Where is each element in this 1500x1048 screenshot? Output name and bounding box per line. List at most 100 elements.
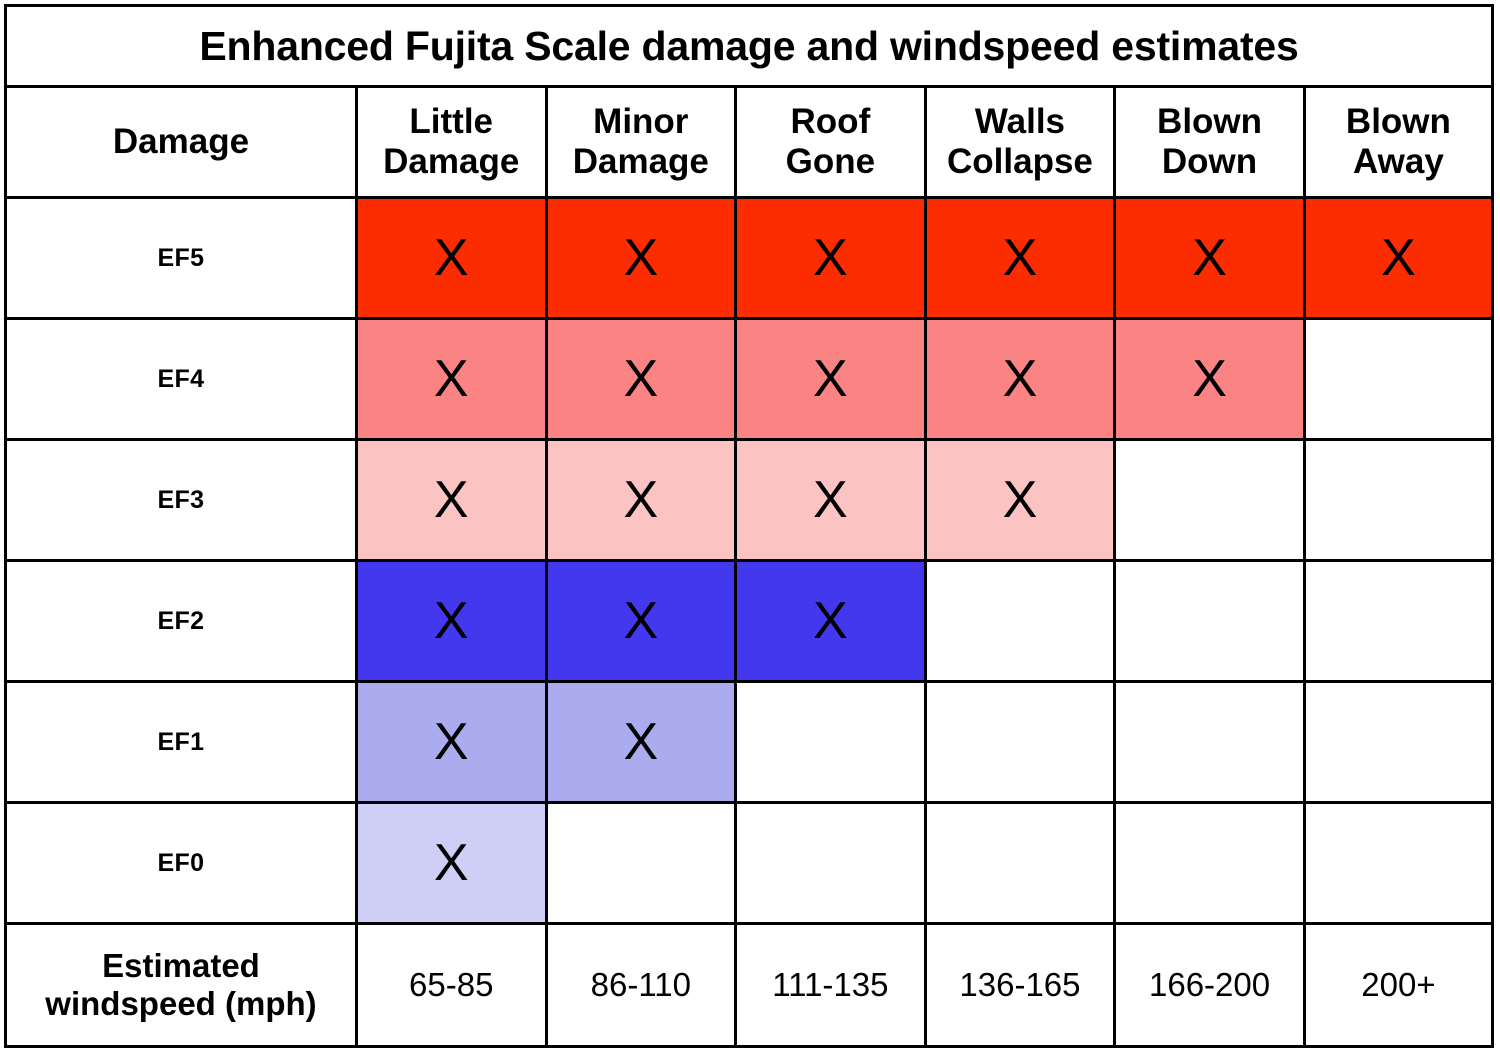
cell-ef3-little-damage: X xyxy=(354,438,548,562)
header-col-blown-away: Blown Away xyxy=(1302,85,1495,199)
cell-ef1-blown-away xyxy=(1302,680,1495,804)
damage-mark-icon: X xyxy=(813,350,848,408)
page-title: Enhanced Fujita Scale damage and windspe… xyxy=(4,4,1494,88)
cell-ef4-walls-collapse: X xyxy=(923,317,1117,441)
cell-ef5-walls-collapse: X xyxy=(923,196,1117,320)
row-label-ef0: EF0 xyxy=(4,801,358,925)
table-header-row: Damage Little Damage Minor Damage Roof G… xyxy=(4,85,1495,199)
row-label-ef5: EF5 xyxy=(4,196,358,320)
windspeed-row-label: Estimated windspeed (mph) xyxy=(4,922,358,1048)
cell-ef0-little-damage: X xyxy=(354,801,548,925)
cell-ef1-roof-gone xyxy=(734,680,927,804)
damage-mark-icon: X xyxy=(433,471,469,529)
header-col-minor-damage-line2: Damage xyxy=(572,142,709,181)
cell-ef4-little-damage: X xyxy=(354,317,548,441)
header-col-blown-away-line1: Blown xyxy=(1345,102,1451,142)
table-row: EF5 X X X X X X xyxy=(4,196,1495,320)
table-row: EF1 X X xyxy=(4,680,1495,804)
cell-ef2-little-damage: X xyxy=(354,559,548,683)
cell-ef1-minor-damage: X xyxy=(544,680,738,804)
windspeed-row-label-line2: windspeed (mph) xyxy=(45,985,317,1022)
damage-mark-icon: X xyxy=(813,592,848,650)
windspeed-row: Estimated windspeed (mph) 65-85 86-110 1… xyxy=(4,922,1495,1048)
cell-ef0-walls-collapse xyxy=(923,801,1117,925)
header-damage-label: Damage xyxy=(4,85,358,199)
header-col-little-damage-line1: Little xyxy=(409,102,494,142)
damage-mark-icon: X xyxy=(623,713,659,771)
damage-mark-icon: X xyxy=(1192,229,1227,287)
cell-ef1-walls-collapse xyxy=(923,680,1117,804)
damage-mark-icon: X xyxy=(433,229,469,287)
cell-ef1-blown-down xyxy=(1113,680,1306,804)
cell-ef1-little-damage: X xyxy=(354,680,548,804)
header-col-little-damage: Little Damage xyxy=(354,85,548,199)
cell-ef5-blown-down: X xyxy=(1113,196,1306,320)
cell-ef3-blown-away xyxy=(1302,438,1495,562)
damage-mark-icon: X xyxy=(1381,229,1416,287)
cell-ef5-roof-gone: X xyxy=(734,196,927,320)
damage-mark-icon: X xyxy=(813,229,848,287)
damage-mark-icon: X xyxy=(433,350,469,408)
windspeed-value-little-damage: 65-85 xyxy=(354,922,548,1048)
cell-ef2-minor-damage: X xyxy=(544,559,738,683)
header-col-walls-collapse-line2: Collapse xyxy=(947,142,1093,181)
damage-mark-icon: X xyxy=(1002,471,1038,529)
damage-mark-icon: X xyxy=(623,229,659,287)
header-col-blown-down: Blown Down xyxy=(1113,85,1306,199)
header-col-minor-damage-line1: Minor xyxy=(593,102,689,142)
cell-ef0-blown-away xyxy=(1302,801,1495,925)
header-col-minor-damage: Minor Damage xyxy=(544,85,738,199)
cell-ef4-blown-away xyxy=(1302,317,1495,441)
header-col-blown-away-line2: Away xyxy=(1353,142,1444,181)
table-row: EF4 X X X X X xyxy=(4,317,1495,441)
cell-ef5-minor-damage: X xyxy=(544,196,738,320)
windspeed-row-label-line1: Estimated xyxy=(102,947,260,985)
table-row: EF3 X X X X xyxy=(4,438,1495,562)
cell-ef0-blown-down xyxy=(1113,801,1306,925)
damage-mark-icon: X xyxy=(623,471,659,529)
cell-ef2-blown-down xyxy=(1113,559,1306,683)
header-col-little-damage-line2: Damage xyxy=(383,142,520,181)
windspeed-value-minor-damage: 86-110 xyxy=(544,922,738,1048)
damage-mark-icon: X xyxy=(433,713,469,771)
cell-ef5-blown-away: X xyxy=(1302,196,1495,320)
cell-ef3-roof-gone: X xyxy=(734,438,927,562)
cell-ef4-blown-down: X xyxy=(1113,317,1306,441)
cell-ef4-roof-gone: X xyxy=(734,317,927,441)
header-col-roof-gone: Roof Gone xyxy=(734,85,927,199)
header-col-roof-gone-line2: Gone xyxy=(785,142,876,181)
windspeed-value-blown-down: 166-200 xyxy=(1113,922,1306,1048)
cell-ef2-roof-gone: X xyxy=(734,559,927,683)
table-row: EF2 X X X xyxy=(4,559,1495,683)
cell-ef2-blown-away xyxy=(1302,559,1495,683)
cell-ef3-blown-down xyxy=(1113,438,1306,562)
cell-ef3-minor-damage: X xyxy=(544,438,738,562)
cell-ef4-minor-damage: X xyxy=(544,317,738,441)
damage-mark-icon: X xyxy=(433,834,469,892)
windspeed-value-blown-away: 200+ xyxy=(1302,922,1495,1048)
table-title-row: Enhanced Fujita Scale damage and windspe… xyxy=(4,4,1494,88)
row-label-ef4: EF4 xyxy=(4,317,358,441)
damage-mark-icon: X xyxy=(1002,229,1038,287)
damage-mark-icon: X xyxy=(1002,350,1038,408)
header-col-walls-collapse-line1: Walls xyxy=(974,102,1066,142)
row-label-ef1: EF1 xyxy=(4,680,358,804)
cell-ef2-walls-collapse xyxy=(923,559,1117,683)
row-label-ef2: EF2 xyxy=(4,559,358,683)
header-col-blown-down-line1: Blown xyxy=(1157,102,1263,142)
damage-mark-icon: X xyxy=(813,471,848,529)
cell-ef0-minor-damage xyxy=(544,801,738,925)
damage-mark-icon: X xyxy=(623,350,659,408)
header-col-blown-down-line2: Down xyxy=(1161,142,1258,181)
ef-scale-table-container: Enhanced Fujita Scale damage and windspe… xyxy=(0,0,1500,1048)
row-label-ef3: EF3 xyxy=(4,438,358,562)
cell-ef3-walls-collapse: X xyxy=(923,438,1117,562)
damage-mark-icon: X xyxy=(1192,350,1227,408)
cell-ef0-roof-gone xyxy=(734,801,927,925)
cell-ef5-little-damage: X xyxy=(354,196,548,320)
damage-mark-icon: X xyxy=(433,592,469,650)
header-col-walls-collapse: Walls Collapse xyxy=(923,85,1117,199)
ef-scale-table: Enhanced Fujita Scale damage and windspe… xyxy=(4,4,1495,1048)
windspeed-value-walls-collapse: 136-165 xyxy=(923,922,1117,1048)
windspeed-value-roof-gone: 111-135 xyxy=(734,922,927,1048)
